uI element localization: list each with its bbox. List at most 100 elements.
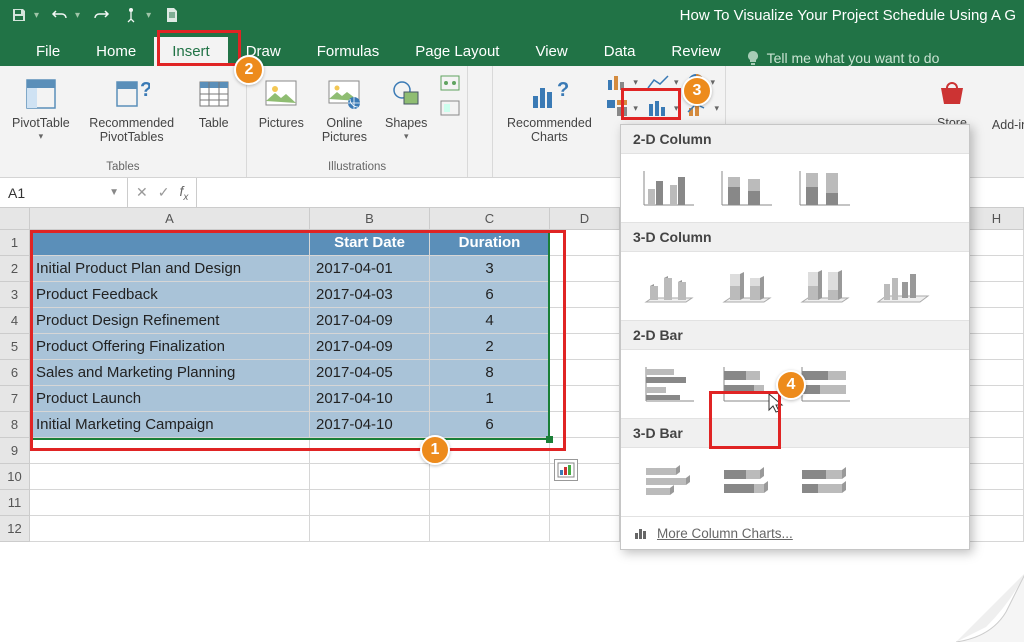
fx-icon[interactable]: fx [179,183,188,203]
cell[interactable]: 2017-04-10 [310,412,430,438]
line-chart-button[interactable]: ▾ [646,72,679,92]
cell[interactable] [310,490,430,516]
row-header[interactable]: 2 [0,256,30,282]
stacked-column-thumb[interactable] [713,164,779,212]
row-header[interactable]: 12 [0,516,30,542]
cell[interactable]: Product Offering Finalization [30,334,310,360]
100pct-stacked-column-thumb[interactable] [791,164,857,212]
cell[interactable]: Product Launch [30,386,310,412]
cell[interactable]: 2 [430,334,550,360]
cell[interactable]: Sales and Marketing Planning [30,360,310,386]
cell[interactable]: 2017-04-01 [310,256,430,282]
addins-button[interactable]: Add-in [984,70,1024,136]
cell[interactable] [550,334,620,360]
cell[interactable]: 2017-04-10 [310,386,430,412]
name-box[interactable]: A1▼ [0,178,128,207]
table-button[interactable]: Table [188,70,240,134]
cell[interactable] [550,386,620,412]
3d-clustered-column-thumb[interactable] [635,262,701,310]
row-header[interactable]: 10 [0,464,30,490]
cell[interactable]: Start Date [310,230,430,256]
cell[interactable]: 4 [430,308,550,334]
cell[interactable] [970,256,1024,282]
cell[interactable] [310,438,430,464]
recommended-pivottables-button[interactable]: ? Recommended PivotTables [82,70,182,149]
cell[interactable] [550,282,620,308]
statistic-chart-button[interactable]: ▾ [646,98,679,118]
tab-insert[interactable]: Insert [154,37,228,66]
cell[interactable] [550,230,620,256]
dropdown-caret-icon[interactable]: ▾ [146,10,151,21]
cell[interactable] [310,516,430,542]
row-header[interactable]: 7 [0,386,30,412]
cell[interactable] [430,490,550,516]
cell[interactable]: 2017-04-09 [310,334,430,360]
cell[interactable]: 1 [430,386,550,412]
dropdown-caret-icon[interactable]: ▾ [75,10,80,21]
col-header[interactable]: C [430,208,550,229]
tab-data[interactable]: Data [586,37,654,66]
cell[interactable]: 2017-04-03 [310,282,430,308]
cell[interactable]: 2017-04-05 [310,360,430,386]
cell[interactable] [970,360,1024,386]
cell[interactable] [970,308,1024,334]
clustered-bar-thumb[interactable] [635,360,701,408]
col-header[interactable]: B [310,208,430,229]
cell[interactable] [550,308,620,334]
cell[interactable]: 8 [430,360,550,386]
tab-view[interactable]: View [517,37,585,66]
cell[interactable] [970,464,1024,490]
cell[interactable] [430,516,550,542]
3d-stacked-bar-thumb[interactable] [713,458,779,506]
tab-page-layout[interactable]: Page Layout [397,37,517,66]
recommended-charts-button[interactable]: ? Recommended Charts [499,70,599,149]
row-header[interactable]: 5 [0,334,30,360]
cell[interactable]: 2017-04-09 [310,308,430,334]
col-header[interactable]: H [970,208,1024,229]
document-icon[interactable] [163,6,181,24]
row-header[interactable]: 3 [0,282,30,308]
row-header[interactable]: 8 [0,412,30,438]
undo-icon[interactable] [51,6,69,24]
3d-100pct-bar-thumb[interactable] [791,458,857,506]
row-header[interactable]: 9 [0,438,30,464]
row-header[interactable]: 4 [0,308,30,334]
3d-stacked-column-thumb[interactable] [713,262,779,310]
cell[interactable] [30,438,310,464]
3d-clustered-bar-thumb[interactable] [635,458,701,506]
cell[interactable] [970,282,1024,308]
online-pictures-button[interactable]: Online Pictures [316,70,373,149]
cell[interactable] [970,230,1024,256]
cell[interactable] [550,412,620,438]
cell[interactable]: Product Design Refinement [30,308,310,334]
cell[interactable] [550,360,620,386]
shapes-button[interactable]: Shapes▾ [379,70,433,146]
cell[interactable] [970,334,1024,360]
3d-100pct-column-thumb[interactable] [791,262,857,310]
col-header[interactable]: D [550,208,620,229]
cell[interactable] [30,464,310,490]
tab-home[interactable]: Home [78,37,154,66]
selection-handle[interactable] [546,436,553,443]
select-all-corner[interactable] [0,208,30,229]
column-chart-button[interactable]: ▾ [605,72,638,92]
pictures-button[interactable]: Pictures [253,70,310,134]
cell[interactable] [430,464,550,490]
cell[interactable] [550,256,620,282]
cell[interactable] [970,516,1024,542]
cancel-icon[interactable]: ✕ [136,184,148,201]
tab-review[interactable]: Review [653,37,738,66]
tab-formulas[interactable]: Formulas [299,37,398,66]
row-header[interactable]: 1 [0,230,30,256]
cell[interactable] [970,386,1024,412]
hierarchy-chart-button[interactable]: ▾ [605,98,638,118]
cell[interactable] [970,438,1024,464]
row-header[interactable]: 6 [0,360,30,386]
redo-icon[interactable] [92,6,110,24]
pivottable-button[interactable]: PivotTable▾ [6,70,76,146]
cell[interactable]: Duration [430,230,550,256]
cell[interactable]: 6 [430,412,550,438]
row-header[interactable]: 11 [0,490,30,516]
cell[interactable] [970,412,1024,438]
enter-icon[interactable]: ✓ [158,184,170,201]
